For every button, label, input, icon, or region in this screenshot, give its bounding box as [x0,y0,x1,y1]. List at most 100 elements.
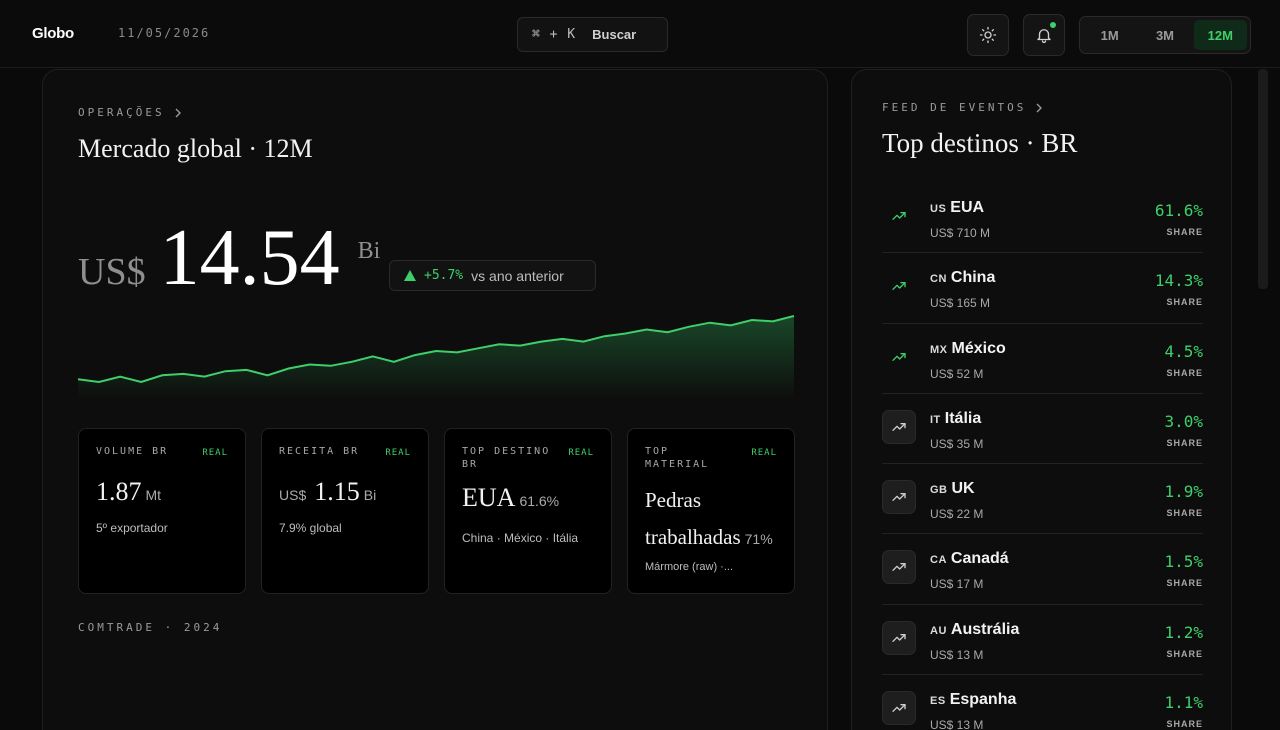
card-label: VOLUME BR [96,446,169,457]
destination-share: 1.2% [1164,622,1203,642]
market-panel: OPERAÇÕES Mercado global · 12M US$ 14.54… [42,69,828,730]
country-code: IT [930,413,941,426]
card-value-suffix: 61.6% [519,493,560,509]
page-title: Mercado global · 12M [78,134,313,163]
card-sub: 7.9% global [279,521,342,535]
country-code: AU [930,624,947,637]
delta-badge: +5.7% vs ano anterior [389,260,596,291]
card-label: RECEITA BR [279,446,360,457]
country-name: Canadá [950,550,1009,568]
card-tag: REAL [385,448,411,458]
brand-logo[interactable]: Globo [32,25,74,42]
country-code: CA [930,554,947,567]
country-name: Itália [944,409,982,427]
country-name: México [951,339,1006,357]
list-item[interactable]: MX México US$ 52 M 4.5% SHARE [882,324,1203,394]
destination-value: US$ 710 M [930,226,991,240]
destination-value: US$ 22 M [930,507,984,522]
current-date: 11/05/2026 [118,26,211,40]
search-button[interactable]: ⌘ + K Buscar [517,17,668,52]
destination-name: ES Espanha [930,691,1016,709]
card-label: TOP MATERIAL [645,446,710,470]
events-feed-label: FEED DE EVENTOS [882,101,1027,114]
destination-name: IT Itália [930,410,981,428]
trending-up-icon [882,340,916,374]
destination-value: US$ 17 M [930,577,984,592]
destination-share: 4.5% [1164,341,1203,361]
trending-up-icon [882,409,916,444]
theme-toggle-button[interactable] [967,14,1009,56]
country-name: EUA [950,199,985,216]
trending-up-icon [882,620,916,655]
country-name: Espanha [949,691,1017,709]
total-value: US$ 14.54 Bi [78,218,380,298]
card-value-prefix: US$ [279,487,307,503]
total-currency: US$ [78,251,146,293]
delta-text: vs ano anterior [471,267,564,284]
destinations-list: US EUA US$ 710 M 61.6% SHARE CN China US$ 165 M… [882,183,1203,730]
page-scrollbar[interactable] [1258,69,1268,289]
list-item[interactable]: US EUA US$ 710 M 61.6% SHARE [882,183,1203,254]
card-value-suffix: 71% [744,531,773,547]
destination-name: MX México [930,340,1006,358]
card-revenue[interactable]: RECEITA BR REAL US$ 1.15 Bi 7.9% global [261,428,429,594]
card-sub: 5º exportador [96,521,168,535]
range-selector: 1M 3M 12M [1079,16,1251,54]
share-label: SHARE [1166,297,1203,308]
card-value-main: EUA [462,483,516,512]
list-item[interactable]: CN China US$ 165 M 14.3% SHARE [882,253,1203,324]
country-code: MX [930,343,948,356]
operations-link[interactable]: OPERAÇÕES [78,106,183,119]
share-label: SHARE [1166,508,1203,519]
list-item[interactable]: AU Austrália US$ 13 M 1.2% SHARE [882,605,1203,676]
total-amount: 14.54 [159,214,340,302]
operations-label: OPERAÇÕES [78,106,165,119]
card-volume[interactable]: VOLUME BR REAL 1.87 Mt 5º exportador [78,428,246,594]
card-value-main: 1.87 [96,477,142,506]
card-label: TOP DESTINO BR [462,446,551,470]
source-label: COMTRADE · 2024 [78,621,223,634]
list-item[interactable]: GB UK US$ 22 M 1.9% SHARE [882,464,1203,535]
trending-up-icon [882,480,916,515]
list-item[interactable]: IT Itália US$ 35 M 3.0% SHARE [882,394,1203,465]
delta-percent: +5.7% [424,268,464,283]
destination-share: 1.1% [1164,693,1203,713]
range-1m[interactable]: 1M [1083,20,1136,50]
destination-name: GB UK [930,480,975,498]
country-name: China [950,269,996,287]
card-value-suffix: Mt [145,487,162,503]
destination-value: US$ 13 M [930,718,984,730]
card-top-destination[interactable]: TOP DESTINO BR REAL EUA 61.6% China · Mé… [444,428,612,594]
destination-name: AU Austrália [930,621,1019,639]
list-item[interactable]: CA Canadá US$ 17 M 1.5% SHARE [882,534,1203,605]
sparkline-area [78,316,794,400]
destination-share: 61.6% [1154,201,1203,220]
chevron-right-icon [175,108,181,117]
card-value-suffix: Bi [363,487,377,503]
chevron-right-icon [1036,103,1043,112]
notification-dot [1050,22,1056,28]
bell-icon [1037,29,1051,44]
destination-value: US$ 52 M [930,366,984,381]
events-feed-link[interactable]: FEED DE EVENTOS [882,101,1044,114]
total-unit: Bi [357,238,381,264]
up-triangle-icon [404,270,416,281]
range-3m[interactable]: 3M [1138,20,1191,50]
notifications-button[interactable] [1023,14,1065,56]
country-name: UK [951,480,975,498]
list-item[interactable]: ES Espanha US$ 13 M 1.1% SHARE [882,675,1203,730]
search-shortcut: ⌘ + K [532,27,577,42]
card-top-material[interactable]: TOP MATERIAL REAL Pedras trabalhadas 71%… [627,428,795,594]
share-label: SHARE [1166,227,1203,237]
card-tag: REAL [751,448,777,458]
card-value: Pedras trabalhadas 71% [645,483,785,557]
range-12m[interactable]: 12M [1193,20,1247,50]
trending-up-icon [882,550,916,585]
card-value-main: 1.15 [314,477,360,506]
card-sub: China · México · Itália [462,531,579,545]
destination-name: CN China [930,269,995,287]
country-code: ES [930,695,946,708]
sun-icon [979,26,997,44]
destination-value: US$ 165 M [930,296,991,311]
country-code: GB [930,484,948,497]
